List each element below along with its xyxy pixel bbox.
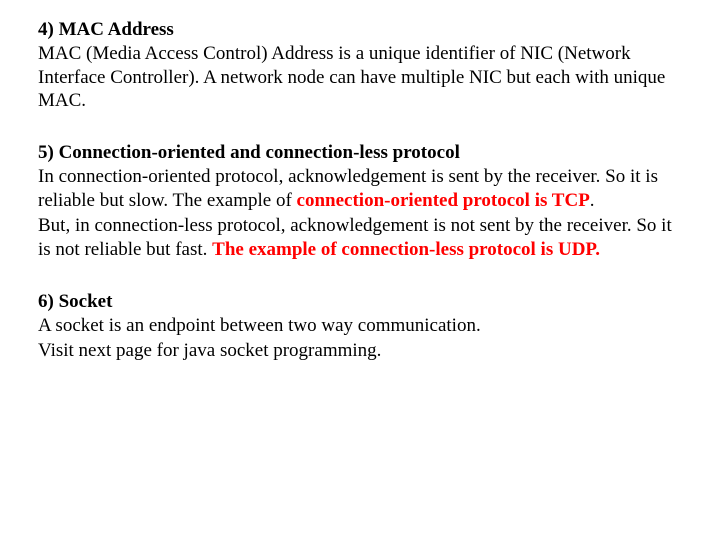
document-page: 4) MAC Address MAC (Media Access Control… [0,0,720,363]
heading-socket: 6) Socket [38,290,682,314]
body-socket-line2: Visit next page for java socket programm… [38,339,682,363]
emphasis-udp: The example of connection-less protocol … [212,239,600,260]
body-connection-less: But, in connection-less protocol, acknow… [38,214,682,262]
emphasis-tcp: connection-oriented protocol is TCP [297,190,590,211]
section-socket: 6) Socket A socket is an endpoint betwee… [38,290,682,363]
heading-connection-protocol: 5) Connection-oriented and connection-le… [38,141,682,165]
body-mac-address: MAC (Media Access Control) Address is a … [38,42,682,113]
body-connection-oriented: In connection-oriented protocol, acknowl… [38,165,682,213]
text-tail: . [590,190,595,211]
heading-mac-address: 4) MAC Address [38,18,682,42]
section-connection-protocol: 5) Connection-oriented and connection-le… [38,141,682,262]
section-mac-address: 4) MAC Address MAC (Media Access Control… [38,18,682,113]
body-socket-line1: A socket is an endpoint between two way … [38,314,682,338]
